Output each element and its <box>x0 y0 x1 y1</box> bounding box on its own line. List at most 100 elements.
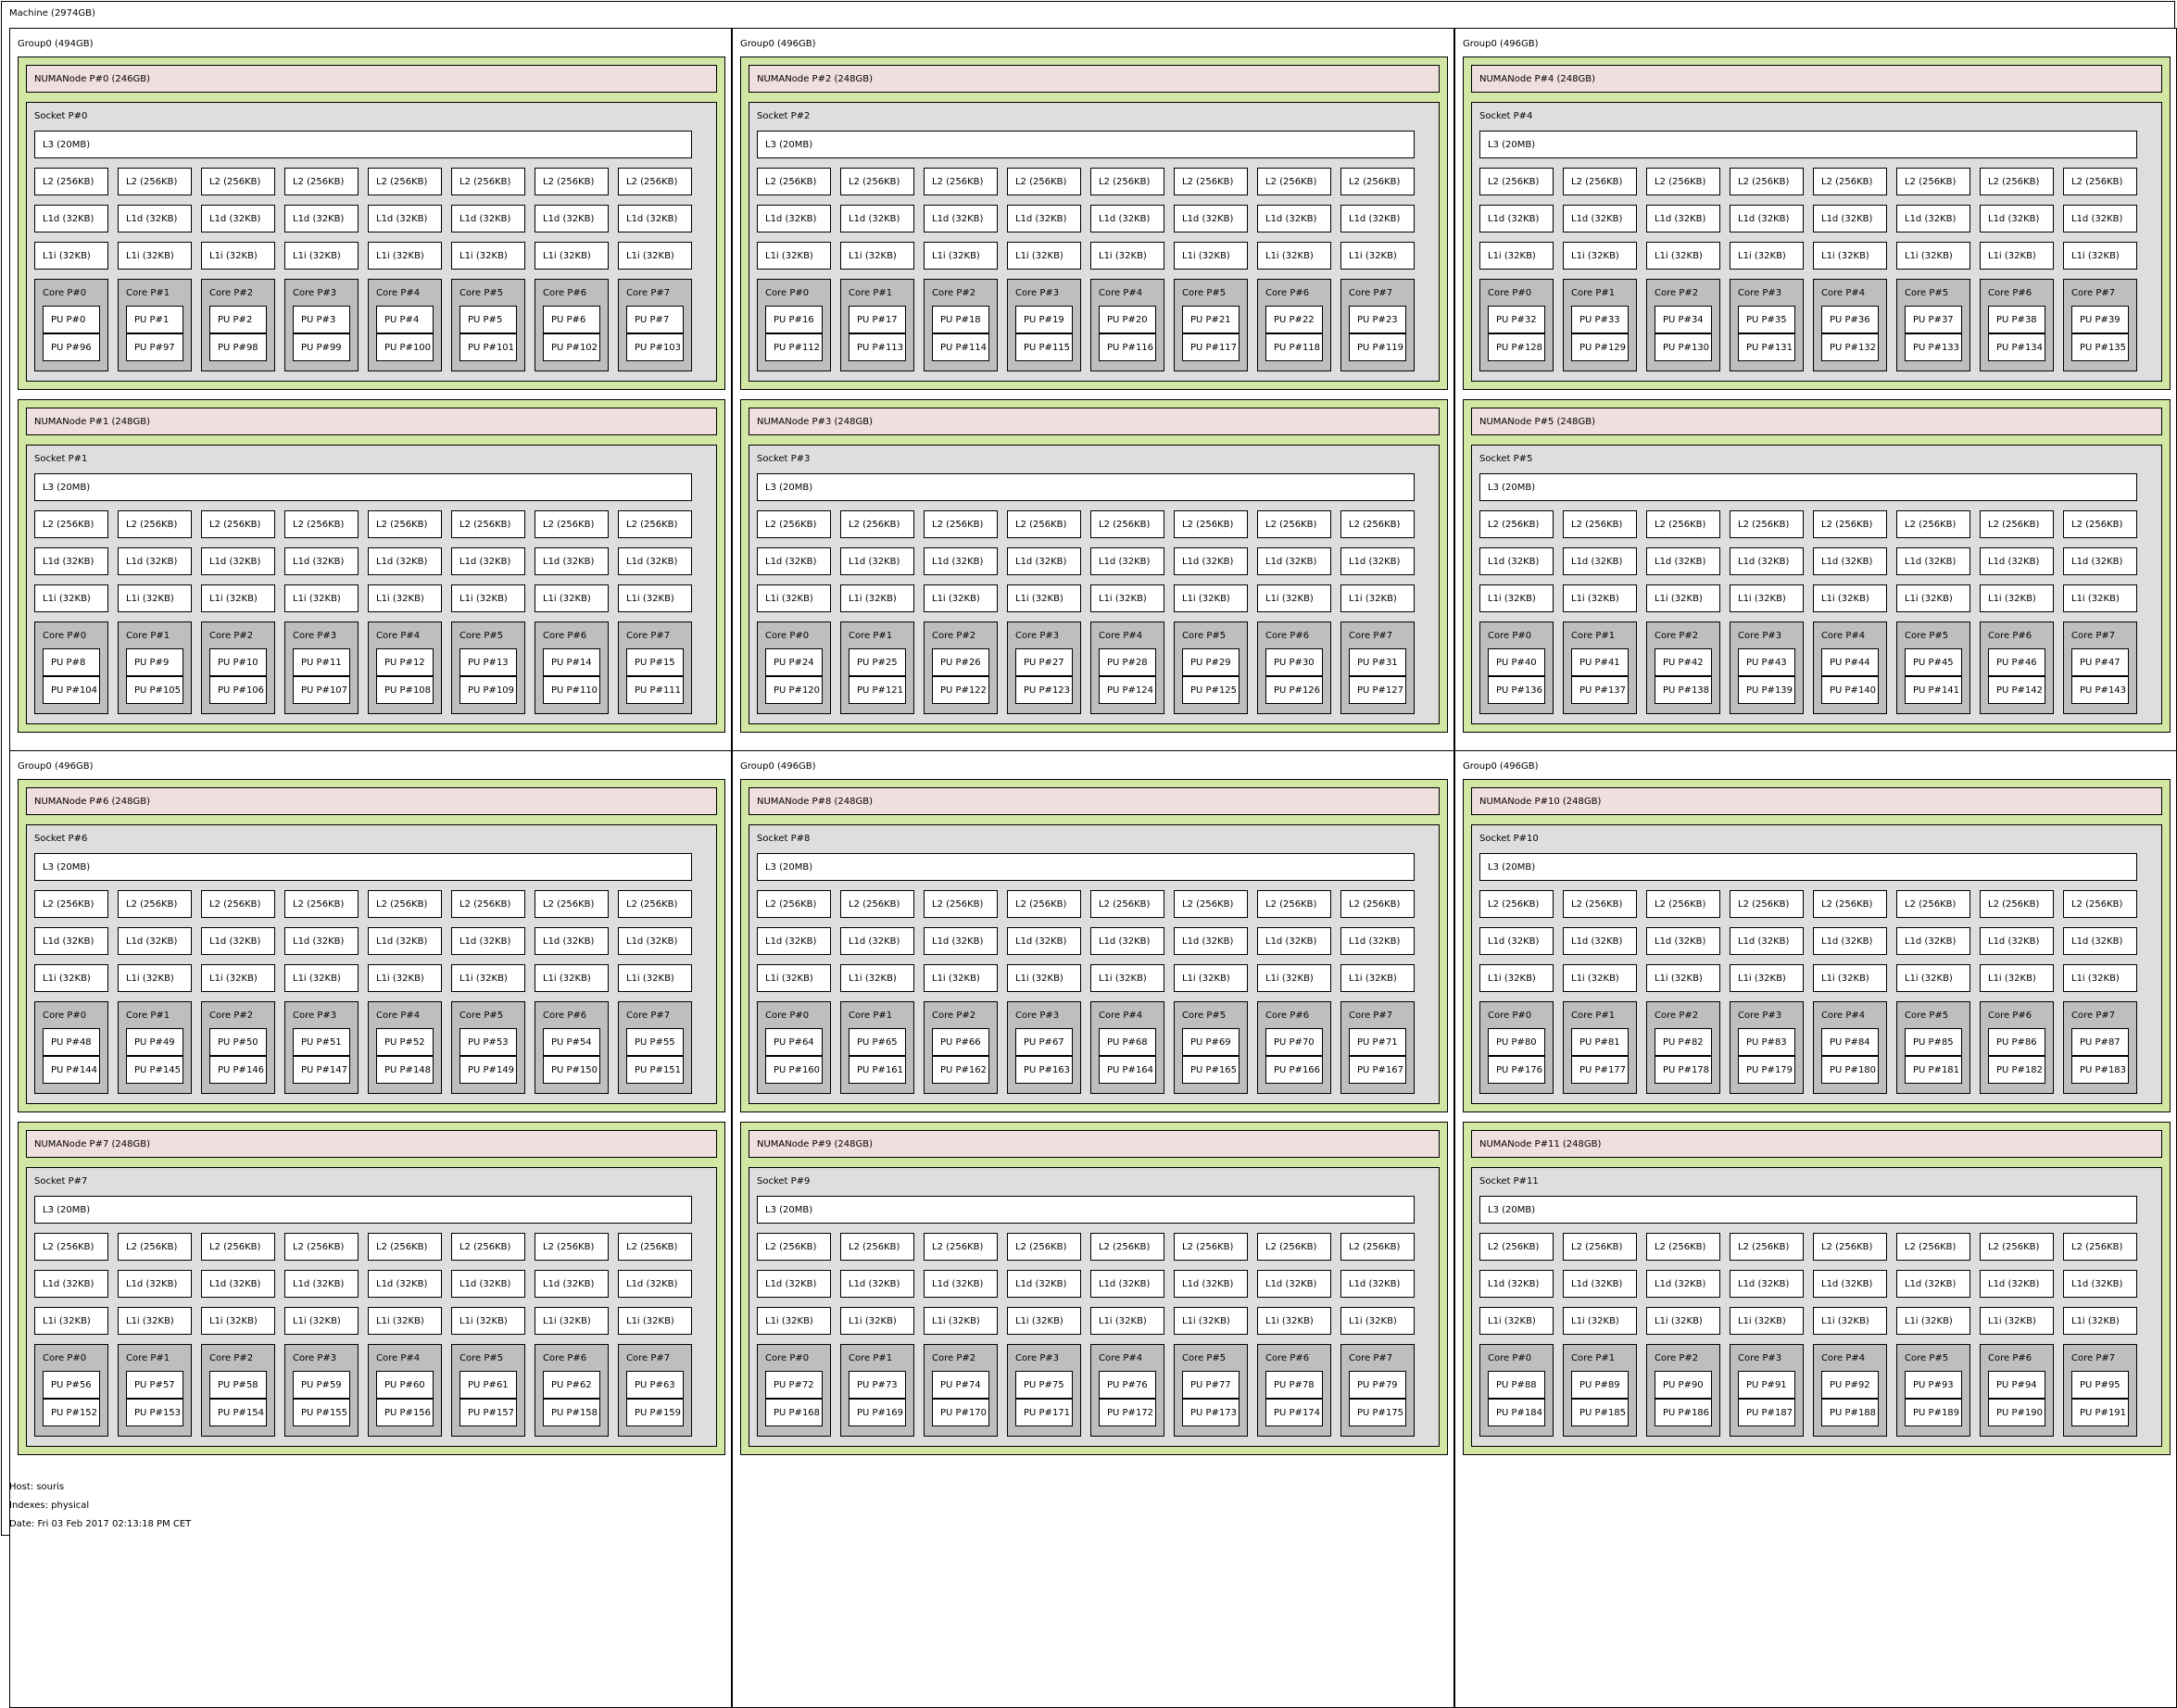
l1i-label: L1i (32KB) <box>1015 973 1063 984</box>
pu-label: PU P#97 <box>134 343 175 353</box>
l1d-cache: L1d (32KB) <box>1007 1270 1081 1298</box>
pu-label: PU P#43 <box>1746 658 1787 668</box>
socket-box: Socket P#8 L3 (20MB) L2 (256KB) L1d (32KB) L… <box>749 824 1440 1104</box>
pu-label: PU P#91 <box>1746 1380 1787 1390</box>
l3-cache: L3 (20MB) <box>757 131 1415 158</box>
l1d-label: L1d (32KB) <box>293 214 345 224</box>
core-box: Core P#4 PU P#12 PU P#108 <box>368 622 442 714</box>
core-label: Core P#4 <box>1821 288 1866 298</box>
l1i-label: L1i (32KB) <box>765 973 813 984</box>
l1d-label: L1d (32KB) <box>459 214 511 224</box>
numa-node-label: NUMANode P#4 (248GB) <box>1479 74 1595 84</box>
l1i-cache: L1i (32KB) <box>1257 1307 1331 1335</box>
pu-label: PU P#42 <box>1663 658 1704 668</box>
l1i-cache: L1i (32KB) <box>1896 584 1970 612</box>
pu-box: PU P#163 <box>1015 1056 1073 1084</box>
l2-cache: L2 (256KB) <box>201 1233 275 1261</box>
core-label: Core P#0 <box>1488 1011 1532 1021</box>
l1d-label: L1d (32KB) <box>293 936 345 947</box>
core-box: Core P#7 PU P#31 PU P#127 <box>1340 622 1415 714</box>
l1d-cache: L1d (32KB) <box>1980 927 2054 955</box>
group-label: Group0 (496GB) <box>18 761 94 772</box>
core-box: Core P#2 PU P#10 PU P#106 <box>201 622 275 714</box>
l1d-label: L1d (32KB) <box>849 1279 900 1289</box>
l1d-cache: L1d (32KB) <box>1896 927 1970 955</box>
pu-box: PU P#123 <box>1015 676 1073 704</box>
pu-box: PU P#177 <box>1571 1056 1629 1084</box>
l1d-label: L1d (32KB) <box>1265 557 1317 567</box>
l2-label: L2 (256KB) <box>1905 177 1957 187</box>
pu-box: PU P#3 <box>293 306 350 333</box>
l2-cache: L2 (256KB) <box>840 890 914 918</box>
l1d-cache: L1d (32KB) <box>1007 547 1081 575</box>
pu-label: PU P#152 <box>51 1408 98 1418</box>
pu-box: PU P#157 <box>459 1399 517 1426</box>
core-label: Core P#0 <box>765 1353 810 1363</box>
pu-label: PU P#51 <box>301 1037 342 1048</box>
pu-box: PU P#118 <box>1265 333 1323 361</box>
pu-box: PU P#9 <box>126 648 183 676</box>
l1i-label: L1i (32KB) <box>43 973 91 984</box>
l1i-label: L1i (32KB) <box>1988 594 2036 604</box>
l1d-cache: L1d (32KB) <box>1479 205 1554 232</box>
l2-label: L2 (256KB) <box>932 177 984 187</box>
pu-label: PU P#114 <box>940 343 988 353</box>
core-label: Core P#1 <box>1571 288 1616 298</box>
pu-box: PU P#178 <box>1655 1056 1712 1084</box>
core-label: Core P#7 <box>626 288 671 298</box>
core-box: Core P#3 PU P#59 PU P#155 <box>284 1344 359 1437</box>
l1d-label: L1d (32KB) <box>765 936 817 947</box>
l2-cache: L2 (256KB) <box>368 1233 442 1261</box>
l2-cache: L2 (256KB) <box>368 168 442 195</box>
pu-box: PU P#62 <box>543 1371 600 1399</box>
l1i-label: L1i (32KB) <box>43 251 91 261</box>
l1i-label: L1i (32KB) <box>293 1316 341 1326</box>
core-box: Core P#6 PU P#22 PU P#118 <box>1257 279 1331 371</box>
l2-cache: L2 (256KB) <box>1174 168 1248 195</box>
l1i-cache: L1i (32KB) <box>618 584 692 612</box>
pu-label: PU P#39 <box>2080 315 2120 325</box>
l2-cache: L2 (256KB) <box>1340 890 1415 918</box>
pu-label: PU P#79 <box>1357 1380 1398 1390</box>
l1d-cache: L1d (32KB) <box>451 205 525 232</box>
l1d-label: L1d (32KB) <box>1821 1279 1873 1289</box>
core-box: Core P#0 PU P#80 PU P#176 <box>1479 1001 1554 1094</box>
pu-box: PU P#37 <box>1905 306 1962 333</box>
l1i-cache: L1i (32KB) <box>840 584 914 612</box>
pu-label: PU P#186 <box>1663 1408 1710 1418</box>
pu-label: PU P#89 <box>1579 1380 1620 1390</box>
l1d-cache: L1d (32KB) <box>1980 547 2054 575</box>
numa-node: NUMANode P#7 (248GB) Socket P#7 L3 (20MB) L… <box>18 1122 725 1455</box>
l2-label: L2 (256KB) <box>1099 899 1151 910</box>
pu-label: PU P#142 <box>1996 685 2044 696</box>
core-box: Core P#2 PU P#34 PU P#130 <box>1646 279 1720 371</box>
pu-label: PU P#12 <box>384 658 425 668</box>
pu-box: PU P#72 <box>765 1371 823 1399</box>
core-label: Core P#3 <box>293 1353 337 1363</box>
l2-cache: L2 (256KB) <box>924 890 998 918</box>
pu-box: PU P#18 <box>932 306 989 333</box>
l1i-cache: L1i (32KB) <box>1090 242 1164 270</box>
l3-label: L3 (20MB) <box>1488 140 1536 150</box>
l2-label: L2 (256KB) <box>932 899 984 910</box>
pu-box: PU P#77 <box>1182 1371 1240 1399</box>
l1d-cache: L1d (32KB) <box>618 1270 692 1298</box>
pu-box: PU P#97 <box>126 333 183 361</box>
pu-box: PU P#92 <box>1821 1371 1879 1399</box>
core-box: Core P#1 PU P#65 PU P#161 <box>840 1001 914 1094</box>
l1i-label: L1i (32KB) <box>1099 973 1147 984</box>
core-label: Core P#1 <box>126 631 170 641</box>
core-box: Core P#1 PU P#1 PU P#97 <box>118 279 192 371</box>
l1i-label: L1i (32KB) <box>1349 251 1397 261</box>
l1i-cache: L1i (32KB) <box>1007 584 1081 612</box>
pu-label: PU P#140 <box>1830 685 1877 696</box>
pu-box: PU P#181 <box>1905 1056 1962 1084</box>
pu-label: PU P#6 <box>551 315 586 325</box>
core-label: Core P#5 <box>1182 1011 1227 1021</box>
l1d-cache: L1d (32KB) <box>34 205 108 232</box>
pu-box: PU P#88 <box>1488 1371 1545 1399</box>
pu-label: PU P#16 <box>774 315 814 325</box>
l3-label: L3 (20MB) <box>1488 862 1536 873</box>
l2-label: L2 (256KB) <box>1988 899 2040 910</box>
l1i-label: L1i (32KB) <box>1655 251 1703 261</box>
